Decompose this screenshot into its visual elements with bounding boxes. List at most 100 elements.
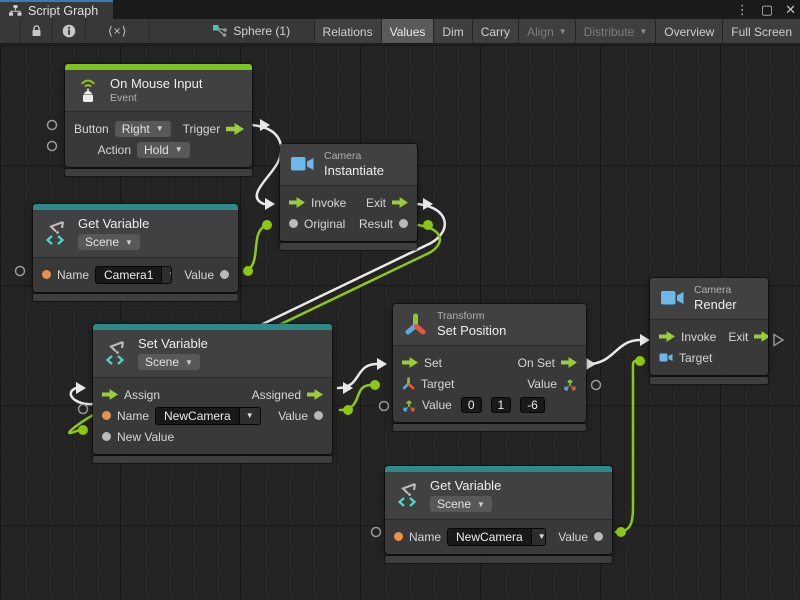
code-view-button[interactable]: ⟨×⟩ <box>86 19 150 43</box>
node-footer <box>393 424 586 431</box>
camera-icon <box>660 288 685 308</box>
fullscreen-button[interactable]: Full Screen <box>722 19 800 44</box>
port-invoke-in[interactable] <box>265 198 275 210</box>
more-menu-icon[interactable]: ⋮ <box>736 0 749 19</box>
port-original-in[interactable] <box>262 220 272 230</box>
node-title: Render <box>694 297 737 312</box>
row-invoke-exit: Invoke Exit <box>650 326 768 347</box>
port-position-value-in[interactable] <box>380 402 389 411</box>
vector-x-input[interactable]: 0 <box>461 397 482 413</box>
value-port-icon <box>594 532 603 541</box>
chevron-down-icon: ▼ <box>156 124 164 133</box>
port-camera1-value-out[interactable] <box>243 266 253 276</box>
nest-graph-icon <box>212 24 227 38</box>
node-get-variable-camera1[interactable]: Get Variable Scene▼ Name Camera1 ▼ Value <box>33 204 238 301</box>
port-set-in[interactable] <box>377 358 387 370</box>
port-name1-in[interactable] <box>16 267 25 276</box>
port-target-in[interactable] <box>370 380 380 390</box>
node-camera-render[interactable]: Camera Render Invoke Exit Target <box>650 278 768 384</box>
port-onset-out[interactable] <box>586 358 596 370</box>
wire-trigger-invoke <box>252 125 281 204</box>
port-setvar-value-out[interactable] <box>343 405 353 415</box>
port-newvalue-in[interactable] <box>78 425 88 435</box>
mouse-icon <box>75 77 101 104</box>
value-port-icon <box>399 219 408 228</box>
node-footer <box>650 377 768 384</box>
carry-button[interactable]: Carry <box>472 19 518 44</box>
flow-arrow-icon <box>402 357 418 368</box>
overview-button[interactable]: Overview <box>655 19 722 44</box>
action-dropdown[interactable]: Hold▼ <box>137 142 190 158</box>
flow-arrow-icon <box>392 197 408 208</box>
value-port-icon <box>289 219 298 228</box>
camera-port-icon <box>659 352 673 363</box>
node-get-variable-newcamera[interactable]: Get Variable Scene▼ Name NewCamera ▼ Val… <box>385 466 612 563</box>
node-on-mouse-input[interactable]: On Mouse Input Event Button Right▼ Trigg… <box>65 64 252 176</box>
vector-z-input[interactable]: -6 <box>520 397 545 413</box>
variable-icon <box>43 219 69 247</box>
value-port-icon <box>220 270 229 279</box>
distribute-button[interactable]: Distribute▼ <box>575 19 656 44</box>
close-icon[interactable]: ✕ <box>785 0 796 19</box>
scope-dropdown[interactable]: Scene▼ <box>138 354 200 370</box>
port-action-in[interactable] <box>48 142 57 151</box>
node-set-variable[interactable]: Set Variable Scene▼ Assign Assigned Name… <box>93 324 332 463</box>
port-result-out[interactable] <box>423 220 433 230</box>
chevron-down-icon: ▼ <box>185 358 193 367</box>
scope-dropdown[interactable]: Scene▼ <box>78 234 140 250</box>
camera-icon <box>290 154 315 174</box>
align-button[interactable]: Align▼ <box>518 19 575 44</box>
info-button[interactable] <box>53 19 86 43</box>
maximize-icon[interactable]: ▢ <box>761 0 773 19</box>
toolbar: ⟨×⟩ Sphere (1) Zoom 1x Relations Values … <box>0 19 800 44</box>
port-render-invoke-in[interactable] <box>640 334 650 346</box>
node-footer <box>65 169 252 176</box>
row-name-value: Name NewCamera ▼ Value <box>93 405 332 426</box>
node-camera-instantiate[interactable]: Camera Instantiate Invoke Exit Original … <box>280 144 417 250</box>
variable-name-dropdown[interactable]: Camera1 ▼ <box>95 266 172 284</box>
port-assign-in[interactable] <box>76 382 86 394</box>
port-render-target-in[interactable] <box>635 356 645 366</box>
port-newcamera-value-out[interactable] <box>616 527 626 537</box>
value-port-icon <box>102 432 111 441</box>
button-dropdown[interactable]: Right▼ <box>115 121 171 137</box>
dim-button[interactable]: Dim <box>433 19 471 44</box>
port-button-in[interactable] <box>48 121 57 130</box>
variable-name-dropdown[interactable]: NewCamera ▼ <box>155 407 261 425</box>
node-title: Get Variable <box>78 216 149 231</box>
values-button[interactable]: Values <box>381 19 434 44</box>
string-port-icon <box>102 411 111 420</box>
chevron-down-icon: ▼ <box>125 238 133 247</box>
wire-camera1-original <box>246 226 265 271</box>
lock-button[interactable] <box>20 19 53 43</box>
string-port-icon <box>42 270 51 279</box>
row-new-value: New Value <box>93 426 332 447</box>
port-position-value-out[interactable] <box>592 381 601 390</box>
port-name2-in[interactable] <box>372 528 381 537</box>
node-category: Transform <box>437 310 506 322</box>
vector-y-input[interactable]: 1 <box>491 397 512 413</box>
chevron-down-icon: ▼ <box>477 500 485 509</box>
variable-name-dropdown[interactable]: NewCamera ▼ <box>447 528 546 546</box>
flow-arrow-icon <box>102 389 118 400</box>
node-footer <box>385 556 612 563</box>
tab-title: Script Graph <box>28 4 98 18</box>
chevron-down-icon: ▼ <box>531 529 546 545</box>
row-target-value: Target Value <box>393 373 586 394</box>
row-value-input: Value 0 1 -6 <box>393 394 586 415</box>
graph-canvas[interactable]: On Mouse Input Event Button Right▼ Trigg… <box>0 45 800 600</box>
row-name-value: Name NewCamera ▼ Value <box>385 526 612 547</box>
graph-breadcrumb[interactable]: Sphere (1) <box>202 19 300 43</box>
relations-button[interactable]: Relations <box>314 19 381 44</box>
transform-port-icon <box>402 377 415 390</box>
port-setvar-name-in[interactable] <box>79 405 88 414</box>
node-title: On Mouse Input <box>110 76 203 91</box>
code-icon: ⟨×⟩ <box>108 24 127 38</box>
node-footer <box>280 243 417 250</box>
node-set-position[interactable]: Transform Set Position Set On Set Target <box>393 304 586 431</box>
row-name-value: Name Camera1 ▼ Value <box>33 264 238 285</box>
tab-script-graph[interactable]: Script Graph <box>0 0 113 19</box>
port-render-exit-out[interactable] <box>774 335 783 346</box>
string-port-icon <box>394 532 403 541</box>
scope-dropdown[interactable]: Scene▼ <box>430 496 492 512</box>
